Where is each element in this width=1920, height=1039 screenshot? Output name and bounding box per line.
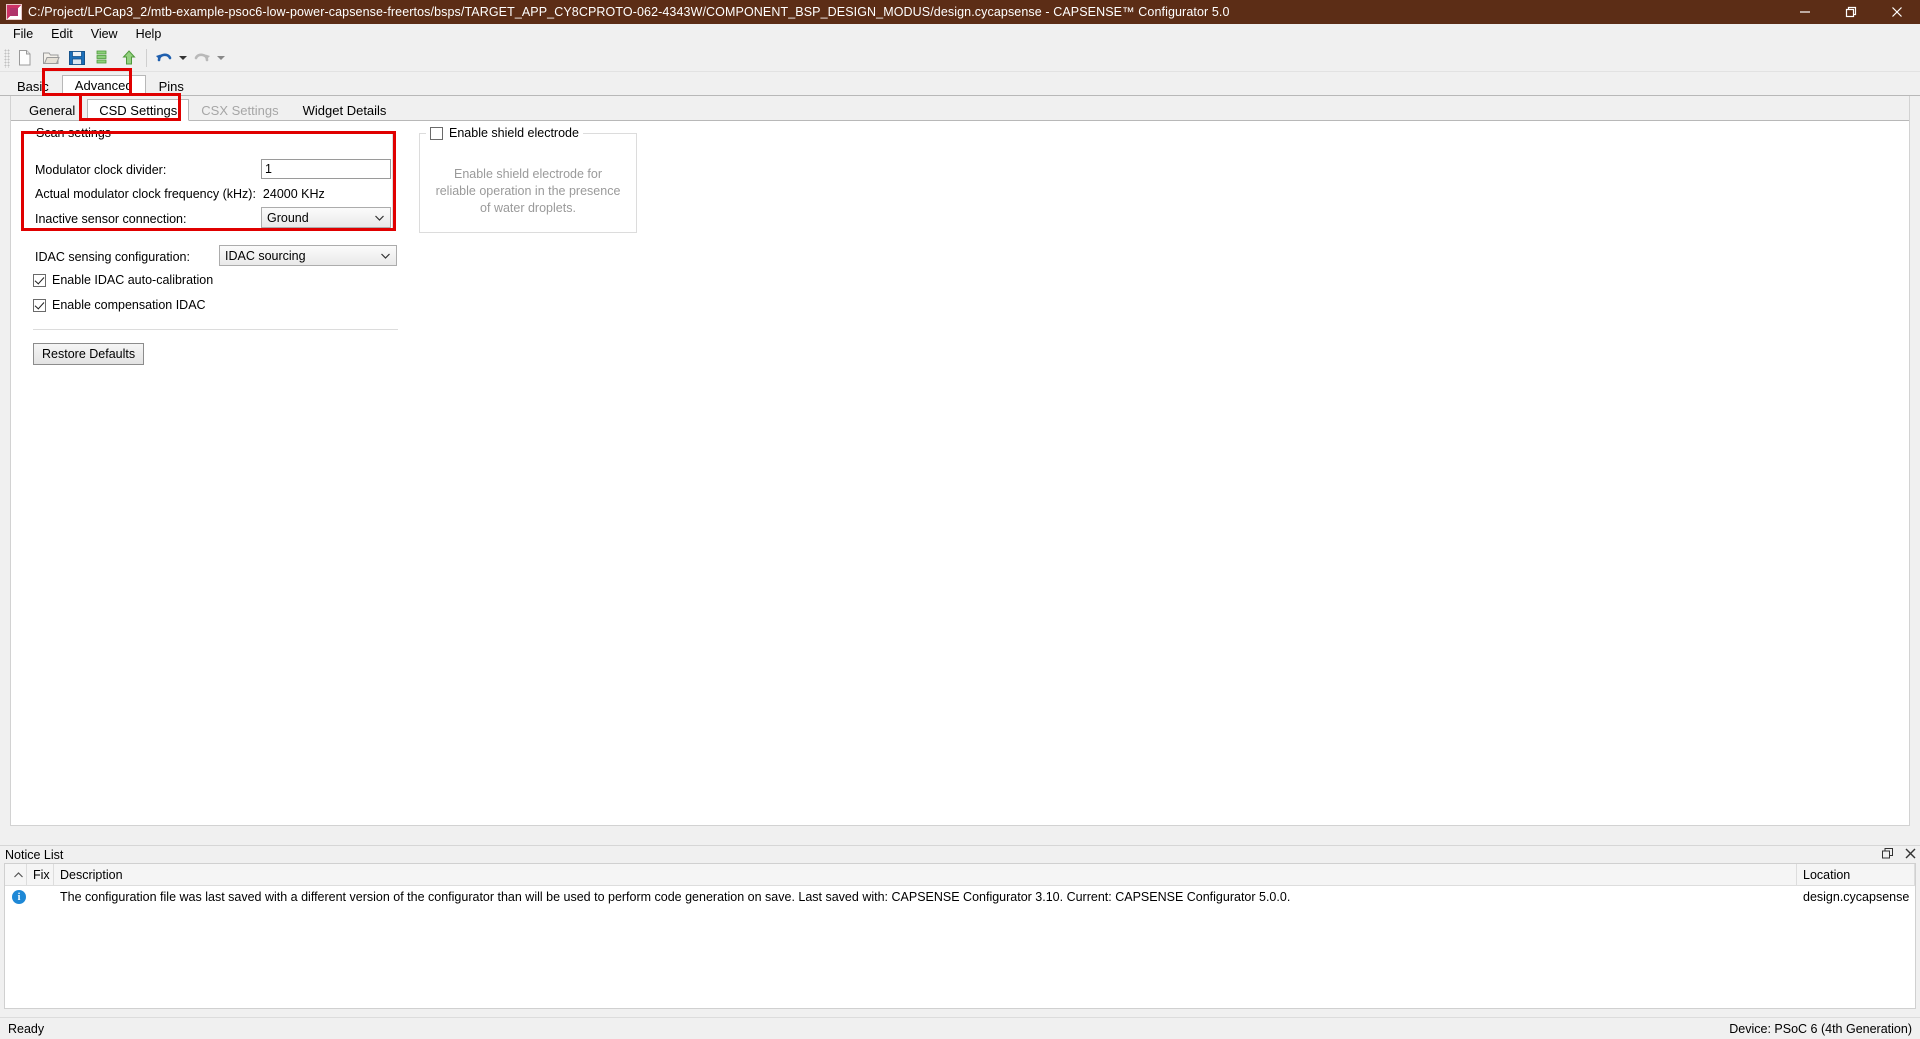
tab-basic-label: Basic: [17, 78, 49, 94]
close-icon[interactable]: [1874, 0, 1920, 24]
column-header-description[interactable]: Description: [54, 863, 1797, 886]
save-icon[interactable]: [64, 46, 90, 70]
actual-modulator-clock-frequency-label: Actual modulator clock frequency (kHz):: [35, 187, 256, 201]
column-header-fix[interactable]: Fix: [27, 863, 54, 886]
menu-edit[interactable]: Edit: [42, 24, 82, 45]
subtab-csd-settings[interactable]: CSD Settings: [87, 99, 190, 121]
info-icon: i: [12, 890, 26, 904]
window-controls: [1782, 0, 1920, 24]
status-bar-left: Ready: [8, 1021, 45, 1036]
notice-list-panel: Notice List Fix Description Location i T…: [0, 845, 1920, 1015]
subtab-csx-settings-label: CSX Settings: [201, 103, 279, 118]
enable-shield-electrode-label: Enable shield electrode: [449, 126, 579, 140]
tab-advanced-label: Advanced: [74, 78, 133, 93]
enable-compensation-idac-label: Enable compensation IDAC: [52, 298, 206, 312]
restore-panel-icon[interactable]: [1882, 848, 1893, 862]
status-bar: Ready Device: PSoC 6 (4th Generation): [0, 1017, 1920, 1039]
close-panel-icon[interactable]: [1905, 848, 1916, 862]
enable-compensation-idac-checkbox[interactable]: [33, 298, 46, 312]
scan-settings-title: Scan settings: [32, 126, 116, 140]
import-icon[interactable]: [90, 46, 116, 70]
menu-view[interactable]: View: [82, 24, 127, 45]
notice-list-title: Notice List: [5, 847, 64, 862]
main-tab-bar: Basic Advanced Pins: [0, 68, 1920, 96]
enable-idac-auto-calibration-row[interactable]: Enable IDAC auto-calibration: [33, 273, 213, 287]
row-description: The configuration file was last saved wi…: [60, 890, 1291, 904]
toolbar-separator: [146, 49, 147, 67]
idac-sensing-configuration-label: IDAC sensing configuration:: [35, 250, 190, 264]
menu-file[interactable]: File: [4, 24, 42, 45]
status-bar-device: Device: PSoC 6 (4th Generation): [1729, 1021, 1912, 1036]
app-icon: [6, 4, 22, 20]
tab-advanced[interactable]: Advanced: [61, 75, 146, 96]
csd-settings-panel: Scan settings Modulator clock divider: A…: [11, 121, 1909, 825]
export-icon[interactable]: [116, 46, 142, 70]
enable-compensation-idac-row[interactable]: Enable compensation IDAC: [33, 298, 206, 312]
actual-modulator-clock-frequency-row: Actual modulator clock frequency (kHz): …: [35, 184, 325, 204]
new-file-icon[interactable]: [12, 46, 38, 70]
panel-divider: [33, 329, 398, 330]
subtab-general[interactable]: General: [17, 99, 87, 121]
toolbar-grip[interactable]: [4, 48, 10, 68]
subtab-csd-settings-label: CSD Settings: [99, 102, 178, 118]
subtab-general-label: General: [29, 103, 76, 118]
tab-pins-label: Pins: [158, 78, 184, 94]
subtab-widget-details-label: Widget Details: [302, 103, 387, 118]
undo-dropdown-icon[interactable]: [177, 46, 189, 70]
shield-electrode-description: Enable shield electrode for reliable ope…: [435, 167, 621, 215]
notice-list-table: Fix Description Location i The configura…: [4, 863, 1916, 1009]
maximize-icon[interactable]: [1828, 0, 1874, 24]
actual-modulator-clock-frequency-value: 24000 KHz: [262, 187, 325, 201]
menu-bar: File Edit View Help: [0, 24, 1920, 45]
idac-sensing-configuration-row: IDAC sensing configuration:: [35, 246, 190, 268]
undo-icon[interactable]: [151, 46, 177, 70]
column-header-location[interactable]: Location: [1797, 863, 1915, 886]
subtab-widget-details[interactable]: Widget Details: [291, 99, 399, 121]
toolbar: [0, 45, 1920, 72]
enable-idac-auto-calibration-checkbox[interactable]: [33, 273, 46, 287]
row-location: design.cycapsense: [1803, 890, 1910, 904]
idac-sensing-configuration-select[interactable]: IDAC sourcing: [219, 245, 397, 266]
restore-defaults-button[interactable]: Restore Defaults: [33, 343, 145, 365]
inactive-sensor-connection-value: Ground: [267, 210, 309, 225]
table-row[interactable]: i The configuration file was last saved …: [5, 886, 1915, 908]
enable-idac-auto-calibration-label: Enable IDAC auto-calibration: [52, 273, 214, 287]
notice-list-column-headers: Fix Description Location: [5, 863, 1915, 886]
idac-sensing-configuration-value: IDAC sourcing: [225, 248, 306, 263]
collapse-column-icon[interactable]: [5, 863, 27, 886]
enable-shield-electrode-header: Enable shield electrode: [426, 126, 583, 140]
tab-basic[interactable]: Basic: [4, 75, 62, 96]
row-severity: i: [5, 886, 27, 908]
modulator-clock-divider-input[interactable]: [261, 159, 391, 179]
window-title: C:/Project/LPCap3_2/mtb-example-psoc6-lo…: [28, 5, 1230, 19]
inactive-sensor-connection-row: Inactive sensor connection:: [35, 208, 186, 230]
enable-shield-electrode-checkbox[interactable]: [430, 126, 443, 140]
row-fix: [27, 886, 54, 908]
notice-list-controls: [1882, 846, 1916, 864]
redo-icon[interactable]: [189, 46, 215, 70]
notice-list-header: Notice List: [0, 845, 1920, 863]
inactive-sensor-connection-select[interactable]: Ground: [261, 207, 391, 228]
chevron-down-icon: [372, 208, 386, 227]
menu-help[interactable]: Help: [127, 24, 171, 45]
chevron-down-icon: [378, 246, 392, 265]
minimize-icon[interactable]: [1782, 0, 1828, 24]
subtab-csx-settings: CSX Settings: [189, 99, 290, 121]
open-folder-icon[interactable]: [38, 46, 64, 70]
inactive-sensor-connection-label: Inactive sensor connection:: [35, 212, 187, 226]
sub-tab-bar: General CSD Settings CSX Settings Widget…: [11, 93, 1909, 121]
title-bar: C:/Project/LPCap3_2/mtb-example-psoc6-lo…: [0, 0, 1920, 24]
shield-electrode-group: Enable shield electrode Enable shield el…: [419, 126, 637, 233]
tab-pins[interactable]: Pins: [146, 75, 197, 96]
redo-dropdown-icon[interactable]: [215, 46, 227, 70]
modulator-clock-divider-label: Modulator clock divider:: [35, 163, 167, 177]
content-area: General CSD Settings CSX Settings Widget…: [10, 93, 1910, 826]
